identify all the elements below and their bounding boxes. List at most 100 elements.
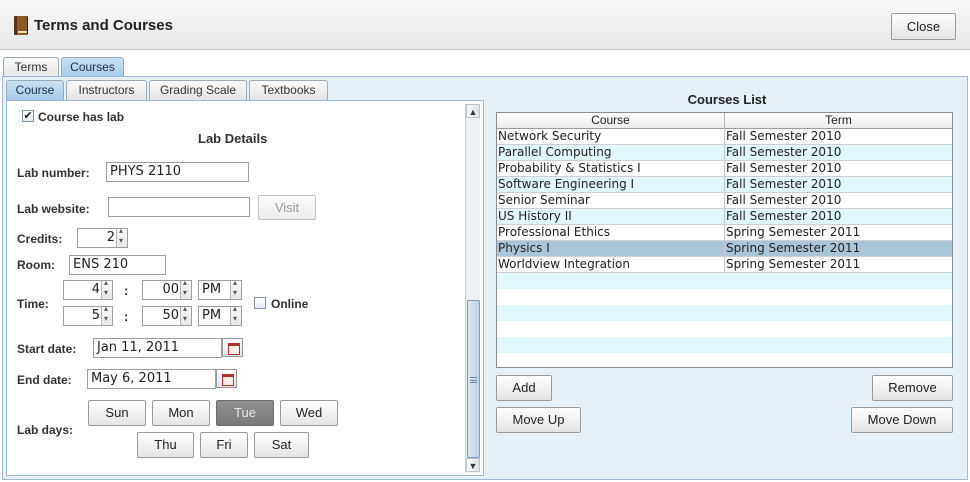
room-label: Room:	[17, 258, 55, 272]
course-cell: Worldview Integration	[497, 257, 725, 273]
start-hour-spinner[interactable]: 4	[63, 278, 113, 300]
course-cell: Physics I	[497, 241, 725, 257]
course-cell: Parallel Computing	[497, 145, 725, 161]
calendar-icon[interactable]	[222, 338, 243, 357]
empty-row	[497, 273, 952, 289]
start-minute-spinner[interactable]: 00	[142, 278, 192, 300]
credits-spinner[interactable]: 2	[77, 226, 128, 248]
empty-row	[497, 305, 952, 321]
column-header-course[interactable]: Course	[497, 113, 725, 129]
end-ampm-spinner[interactable]: PM	[198, 304, 242, 326]
course-cell: Software Engineering I	[497, 177, 725, 193]
tab-instructors[interactable]: Instructors	[66, 80, 147, 100]
tab-grading-scale[interactable]: Grading Scale	[149, 80, 247, 100]
spinner-arrows-icon[interactable]	[180, 304, 191, 325]
remove-button[interactable]: Remove	[872, 375, 953, 401]
lab-number-input[interactable]: PHYS 2110	[106, 162, 249, 182]
end-hour-value: 5	[91, 308, 100, 323]
lab-number-label: Lab number:	[17, 166, 90, 180]
time-colon: :	[124, 283, 129, 298]
table-row[interactable]: Network Security Fall Semester 2010	[497, 129, 952, 145]
start-ampm-value: PM	[202, 282, 222, 297]
move-up-button[interactable]: Move Up	[496, 407, 581, 433]
empty-row	[497, 289, 952, 305]
has-lab-label: Course has lab	[38, 110, 125, 124]
empty-row	[497, 353, 952, 367]
empty-row	[497, 337, 952, 353]
close-button[interactable]: Close	[891, 13, 956, 40]
end-minute-spinner[interactable]: 50	[142, 304, 192, 326]
start-ampm-spinner[interactable]: PM	[198, 278, 242, 300]
lab-website-input[interactable]	[108, 197, 250, 217]
spinner-arrows-icon[interactable]	[116, 226, 127, 247]
course-cell: Probability & Statistics I	[497, 161, 725, 177]
spinner-arrows-icon[interactable]	[101, 278, 112, 299]
course-cell: Professional Ethics	[497, 225, 725, 241]
scroll-down-icon[interactable]: ▼	[466, 458, 480, 472]
table-row[interactable]: Probability & Statistics I Fall Semester …	[497, 161, 952, 177]
term-cell: Fall Semester 2010	[725, 177, 952, 193]
table-row[interactable]: Professional Ethics Spring Semester 2011	[497, 225, 952, 241]
course-cell: US History II	[497, 209, 725, 225]
table-row[interactable]: US History II Fall Semester 2010	[497, 209, 952, 225]
start-date-input[interactable]: Jan 11, 2011	[93, 338, 222, 358]
move-down-button[interactable]: Move Down	[851, 407, 953, 433]
calendar-icon[interactable]	[216, 369, 237, 388]
section-title: Lab Details	[198, 131, 268, 146]
online-label: Online	[271, 297, 309, 311]
spinner-arrows-icon[interactable]	[230, 278, 241, 299]
start-hour-value: 4	[91, 282, 100, 297]
table-row[interactable]: Software Engineering I Fall Semester 2010	[497, 177, 952, 193]
term-cell: Spring Semester 2011	[725, 241, 952, 257]
end-date-input[interactable]: May 6, 2011	[87, 369, 216, 389]
table-row[interactable]: Senior Seminar Fall Semester 2010	[497, 193, 952, 209]
form-scrollbar[interactable]: ▲ ▼	[465, 104, 480, 473]
end-ampm-value: PM	[202, 308, 222, 323]
term-cell: Fall Semester 2010	[725, 193, 952, 209]
title-bar: Terms and Courses Close	[0, 0, 970, 50]
visit-button[interactable]: Visit	[258, 195, 316, 220]
window-title: Terms and Courses	[34, 17, 173, 34]
term-cell: Spring Semester 2011	[725, 257, 952, 273]
day-button-tue[interactable]: Tue	[216, 400, 274, 426]
course-cell: Network Security	[497, 129, 725, 145]
lab-days-label: Lab days:	[17, 423, 74, 437]
table-row[interactable]: Parallel Computing Fall Semester 2010	[497, 145, 952, 161]
table-row[interactable]: Worldview Integration Spring Semester 201…	[497, 257, 952, 273]
time-label: Time:	[17, 297, 49, 311]
day-button-sun[interactable]: Sun	[88, 400, 146, 426]
column-header-term[interactable]: Term	[725, 113, 952, 129]
tab-textbooks[interactable]: Textbooks	[249, 80, 328, 100]
add-button[interactable]: Add	[496, 375, 552, 401]
end-hour-spinner[interactable]: 5	[63, 304, 113, 326]
term-cell: Fall Semester 2010	[725, 209, 952, 225]
book-icon	[14, 16, 28, 35]
day-button-thu[interactable]: Thu	[137, 432, 194, 458]
scroll-up-icon[interactable]: ▲	[466, 104, 480, 118]
table-header: Course Term	[497, 113, 952, 129]
spinner-arrows-icon[interactable]	[180, 278, 191, 299]
day-button-fri[interactable]: Fri	[200, 432, 248, 458]
term-cell: Spring Semester 2011	[725, 225, 952, 241]
day-button-sat[interactable]: Sat	[254, 432, 309, 458]
spinner-arrows-icon[interactable]	[101, 304, 112, 325]
term-cell: Fall Semester 2010	[725, 161, 952, 177]
has-lab-checkbox[interactable]: ✔	[22, 110, 34, 122]
term-cell: Fall Semester 2010	[725, 145, 952, 161]
table-row[interactable]: Physics I Spring Semester 2011	[497, 241, 952, 257]
day-button-wed[interactable]: Wed	[280, 400, 338, 426]
end-date-label: End date:	[17, 373, 72, 387]
tab-terms[interactable]: Terms	[3, 57, 59, 77]
tab-course[interactable]: Course	[6, 80, 64, 100]
online-checkbox[interactable]	[254, 297, 266, 309]
course-cell: Senior Seminar	[497, 193, 725, 209]
tab-courses[interactable]: Courses	[61, 57, 124, 77]
start-date-label: Start date:	[17, 342, 77, 356]
scrollbar-thumb[interactable]	[467, 300, 480, 458]
courses-table[interactable]: Course Term Network Security Fall Semeste…	[496, 112, 953, 368]
spinner-arrows-icon[interactable]	[230, 304, 241, 325]
room-input[interactable]: ENS 210	[69, 255, 166, 275]
day-button-mon[interactable]: Mon	[152, 400, 210, 426]
lab-website-label: Lab website:	[17, 202, 90, 216]
credits-label: Credits:	[17, 232, 63, 246]
